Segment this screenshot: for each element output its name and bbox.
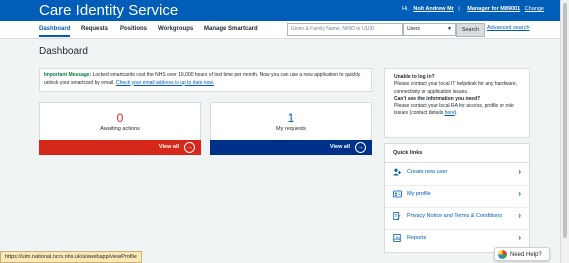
tab-manage-smartcard[interactable]: Manage Smartcard (204, 21, 258, 37)
app-title: Care Identity Service (39, 2, 179, 19)
chevron-right-icon: › (518, 211, 521, 220)
user-info: Hi, Nolt Andrew Mr | Manager for M89001 … (402, 6, 544, 12)
main-nav: Dashboard Requests Positions Workgroups … (0, 21, 560, 39)
scrollbar-thumb[interactable] (563, 3, 567, 238)
add-user-icon (393, 168, 401, 176)
quick-links-panel: Quick links Create new user › My profile… (384, 143, 530, 253)
help-info-panel: Unable to log in? Please contact your lo… (384, 68, 530, 138)
separator: | (458, 6, 460, 12)
my-requests-view-all-button[interactable]: View all → (210, 140, 372, 155)
help-chat-icon (498, 250, 507, 259)
awaiting-actions-card: 0 Awaiting actions View all → (39, 102, 201, 155)
quick-links-title: Quick links (393, 150, 423, 156)
id-card-icon (393, 190, 402, 198)
advanced-search-link[interactable]: Advanced search (487, 25, 530, 31)
login-text: Please contact your local IT helpdesk fo… (394, 81, 518, 95)
contact-details-link[interactable]: here (445, 110, 455, 116)
quick-link-label: Create new user (407, 169, 448, 175)
chevron-right-icon: › (518, 233, 521, 242)
quick-link-my-profile[interactable]: My profile › (385, 185, 529, 208)
search-button[interactable]: Search (456, 23, 485, 37)
check-email-link[interactable]: Check your email address is up to date n… (116, 80, 214, 86)
awaiting-actions-view-all-button[interactable]: View all → (39, 140, 201, 155)
report-icon (393, 234, 401, 242)
search-type-select[interactable]: Users ▼ (403, 23, 456, 36)
quick-link-label: Privacy Notice and Terms & Conditions (407, 213, 502, 219)
top-header: Care Identity Service Hi, Nolt Andrew Mr… (0, 0, 560, 21)
my-requests-card: 1 My requests View all → (210, 102, 372, 155)
chevron-down-icon: ▼ (447, 26, 452, 32)
greeting: Hi, (402, 6, 409, 12)
need-help-button[interactable]: Need Help? (494, 247, 550, 261)
document-edit-icon (393, 212, 401, 220)
awaiting-actions-count: 0 (116, 111, 124, 125)
quick-link-label: My profile (407, 191, 431, 197)
important-message: Important Message: Locked smartcards cos… (39, 68, 372, 92)
search-input[interactable]: Given & Family Name, NINO or UUID (287, 23, 403, 36)
quick-link-create-new-user[interactable]: Create new user › (385, 163, 529, 186)
quick-link-privacy-terms[interactable]: Privacy Notice and Terms & Conditions › (385, 207, 529, 230)
user-name-link[interactable]: Nolt Andrew Mr (413, 6, 453, 12)
view-all-label: View all (329, 144, 350, 150)
tab-positions[interactable]: Positions (120, 21, 147, 37)
info-text-block: Please contact your local RA for access,… (394, 103, 520, 118)
page-title: Dashboard (39, 46, 88, 57)
vertical-scrollbar[interactable] (560, 0, 569, 263)
info-heading: Can't see the information you need? (394, 95, 481, 102)
search-type-value: Users (407, 26, 421, 32)
info-end: ). (454, 110, 458, 117)
role-link[interactable]: Manager for M89001 (467, 6, 520, 12)
my-requests-label: My requests (276, 126, 306, 132)
tab-requests[interactable]: Requests (81, 21, 108, 37)
change-role-link[interactable]: Change (525, 6, 544, 12)
tab-workgroups[interactable]: Workgroups (158, 21, 193, 37)
need-help-label: Need Help? (510, 252, 542, 258)
message-label: Important Message: (44, 72, 92, 78)
view-all-label: View all (158, 144, 179, 150)
login-heading: Unable to log in? (394, 74, 435, 80)
chevron-right-icon: › (518, 189, 521, 198)
chevron-right-icon: › (518, 167, 521, 176)
my-requests-count: 1 (287, 111, 295, 125)
awaiting-actions-label: Awaiting actions (100, 126, 140, 132)
tab-dashboard[interactable]: Dashboard (39, 21, 71, 37)
status-bar-url: https://uim.national.ncrs.nhs.uk/uisweba… (0, 251, 142, 263)
arrow-right-icon: → (184, 142, 195, 153)
quick-link-label: Reports (407, 235, 427, 241)
arrow-right-icon: → (355, 142, 366, 153)
